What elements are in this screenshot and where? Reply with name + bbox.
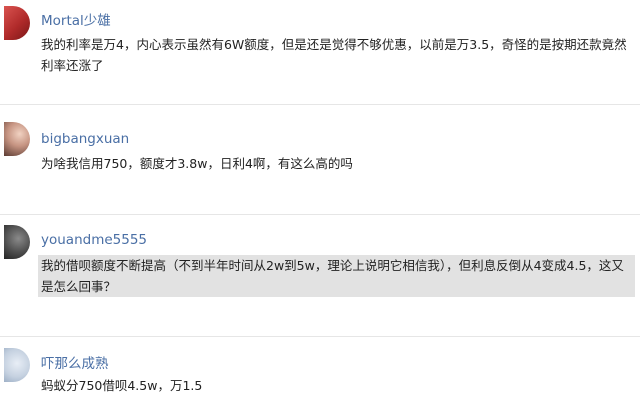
comment-text: 为啥我信用750，额度才3.8w，日利4啊，有这么高的吗 [41, 156, 353, 171]
username[interactable]: Mortal少雄 [41, 9, 111, 29]
avatar[interactable] [4, 225, 30, 259]
divider [0, 104, 640, 105]
avatar[interactable] [4, 122, 30, 156]
avatar[interactable] [4, 348, 30, 382]
comment-text: 我的利率是万4，内心表示虽然有6W额度，但是还是觉得不够优惠，以前是万3.5，奇… [41, 37, 627, 73]
username[interactable]: 吓那么成熟 [41, 352, 109, 372]
divider [0, 214, 640, 215]
avatar[interactable] [4, 6, 30, 40]
username[interactable]: bigbangxuan [41, 131, 129, 147]
comment-text: 蚂蚁分750借呗4.5w，万1.5 [41, 378, 203, 393]
divider [0, 336, 640, 337]
username[interactable]: youandme5555 [41, 232, 147, 248]
comment-text: 我的借呗额度不断提高（不到半年时间从2w到5w，理论上说明它相信我），但利息反倒… [41, 258, 624, 294]
